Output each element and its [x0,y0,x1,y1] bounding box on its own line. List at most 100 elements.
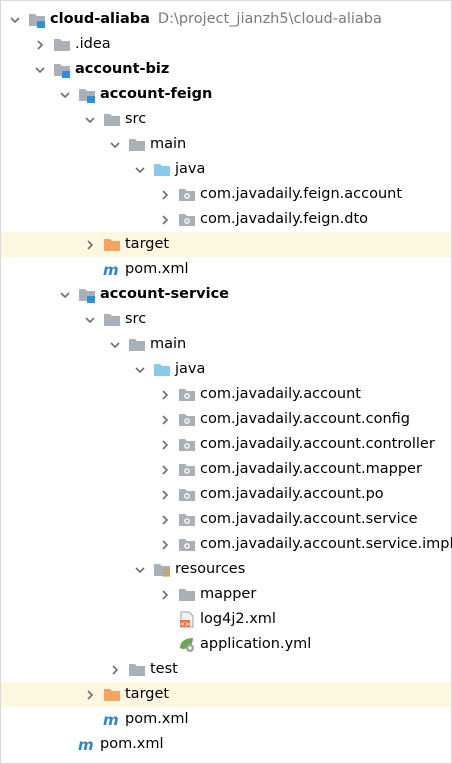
tree-node[interactable]: com.javadaily.feign.account [1,182,451,207]
tree-node[interactable]: m pom.xml [1,707,451,732]
package-icon [178,386,196,403]
tree-node-label: .idea [75,32,111,57]
chevron-down-icon[interactable] [132,557,148,582]
node-name: account-feign [100,86,213,102]
tree-node[interactable]: com.javadaily.account.controller [1,432,451,457]
package-icon [178,436,196,453]
tree-node-label: com.javadaily.account.config [200,407,410,432]
chevron-down-icon[interactable] [7,7,23,32]
package-icon [178,211,196,228]
chevron-down-icon[interactable] [82,307,98,332]
tree-node-label: main [150,132,186,157]
tree-node[interactable]: main [1,132,451,157]
maven-icon: m [103,711,121,729]
tree-node[interactable]: account-service [1,282,451,307]
chevron-down-icon[interactable] [32,57,48,82]
tree-node-label: main [150,332,186,357]
tree-node-label: account-service [100,282,229,307]
svg-text:m: m [103,261,119,278]
chevron-down-icon[interactable] [57,82,73,107]
tree-node[interactable]: m pom.xml [1,732,451,757]
svg-text:m: m [78,736,94,753]
chevron-right-icon[interactable] [157,457,173,482]
chevron-right-icon[interactable] [157,182,173,207]
package-icon [178,511,196,528]
chevron-right-icon[interactable] [157,382,173,407]
chevron-down-icon[interactable] [132,357,148,382]
excluded-folder-icon [103,686,121,703]
chevron-right-icon[interactable] [157,582,173,607]
node-name: java [175,161,206,177]
module-folder-icon [78,86,96,103]
chevron-right-icon[interactable] [82,232,98,257]
source-root-folder-icon [153,361,171,378]
chevron-right-icon[interactable] [157,432,173,457]
source-root-folder-icon [153,161,171,178]
node-name: com.javadaily.account.service [200,511,418,527]
tree-node-label: com.javadaily.account.po [200,482,384,507]
tree-node-label: com.javadaily.account.service.impl [200,532,452,557]
tree-node-label: pom.xml [125,707,189,732]
folder-icon [128,336,146,353]
tree-node-label: com.javadaily.feign.dto [200,207,368,232]
tree-node[interactable]: com.javadaily.account [1,382,451,407]
tree-node[interactable]: mapper [1,582,451,607]
tree-node[interactable]: test [1,657,451,682]
node-name: src [125,311,147,327]
node-name: main [150,336,187,352]
tree-node[interactable]: main [1,332,451,357]
chevron-right-icon[interactable] [157,407,173,432]
svg-text:m: m [103,711,119,728]
chevron-right-icon[interactable] [157,532,173,557]
tree-node[interactable]: com.javadaily.feign.dto [1,207,451,232]
tree-node[interactable]: src [1,107,451,132]
chevron-right-icon[interactable] [82,682,98,707]
chevron-down-icon[interactable] [107,132,123,157]
node-name: application.yml [200,636,312,652]
tree-node[interactable]: account-biz [1,57,451,82]
tree-node[interactable]: com.javadaily.account.service [1,507,451,532]
tree-node[interactable]: java [1,157,451,182]
folder-icon [103,111,121,128]
tree-node[interactable]: com.javadaily.account.service.impl [1,532,452,557]
chevron-down-icon[interactable] [82,107,98,132]
tree-node[interactable]: com.javadaily.account.config [1,407,451,432]
tree-node[interactable]: m pom.xml [1,257,451,282]
svg-text:<>: <> [180,621,190,628]
tree-node[interactable]: com.javadaily.account.mapper [1,457,451,482]
chevron-right-icon[interactable] [32,32,48,57]
tree-node[interactable]: <> log4j2.xml [1,607,451,632]
excluded-folder-icon [103,236,121,253]
chevron-down-icon[interactable] [57,282,73,307]
node-name: target [125,236,170,252]
tree-node[interactable]: application.yml [1,632,451,657]
project-path: D:\project_jianzh5\cloud-aliaba [157,11,382,27]
folder-icon [128,661,146,678]
node-name: com.javadaily.account.config [200,411,410,427]
tree-node[interactable]: resources [1,557,451,582]
tree-node[interactable]: account-feign [1,82,451,107]
tree-node[interactable]: target [1,682,451,707]
folder-icon [128,136,146,153]
tree-node[interactable]: com.javadaily.account.po [1,482,451,507]
tree-node[interactable]: .idea [1,32,451,57]
tree-node[interactable]: java [1,357,451,382]
chevron-down-icon[interactable] [132,157,148,182]
chevron-right-icon[interactable] [157,482,173,507]
tree-node[interactable]: target [1,232,451,257]
node-name: .idea [75,36,111,52]
chevron-right-icon[interactable] [157,207,173,232]
tree-node[interactable]: src [1,307,451,332]
chevron-right-icon[interactable] [157,507,173,532]
chevron-down-icon[interactable] [107,332,123,357]
xml-file-icon: <> [178,611,196,628]
node-name: pom.xml [125,261,189,277]
folder-icon [103,311,121,328]
chevron-right-icon[interactable] [107,657,123,682]
tree-node-label: target [125,232,169,257]
tree-node[interactable]: cloud-aliaba D:\project_jianzh5\cloud-ali… [1,7,451,32]
node-name: com.javadaily.account.controller [200,436,435,452]
package-icon [178,461,196,478]
node-name: resources [175,561,246,577]
tree-node-label: com.javadaily.account [200,382,361,407]
